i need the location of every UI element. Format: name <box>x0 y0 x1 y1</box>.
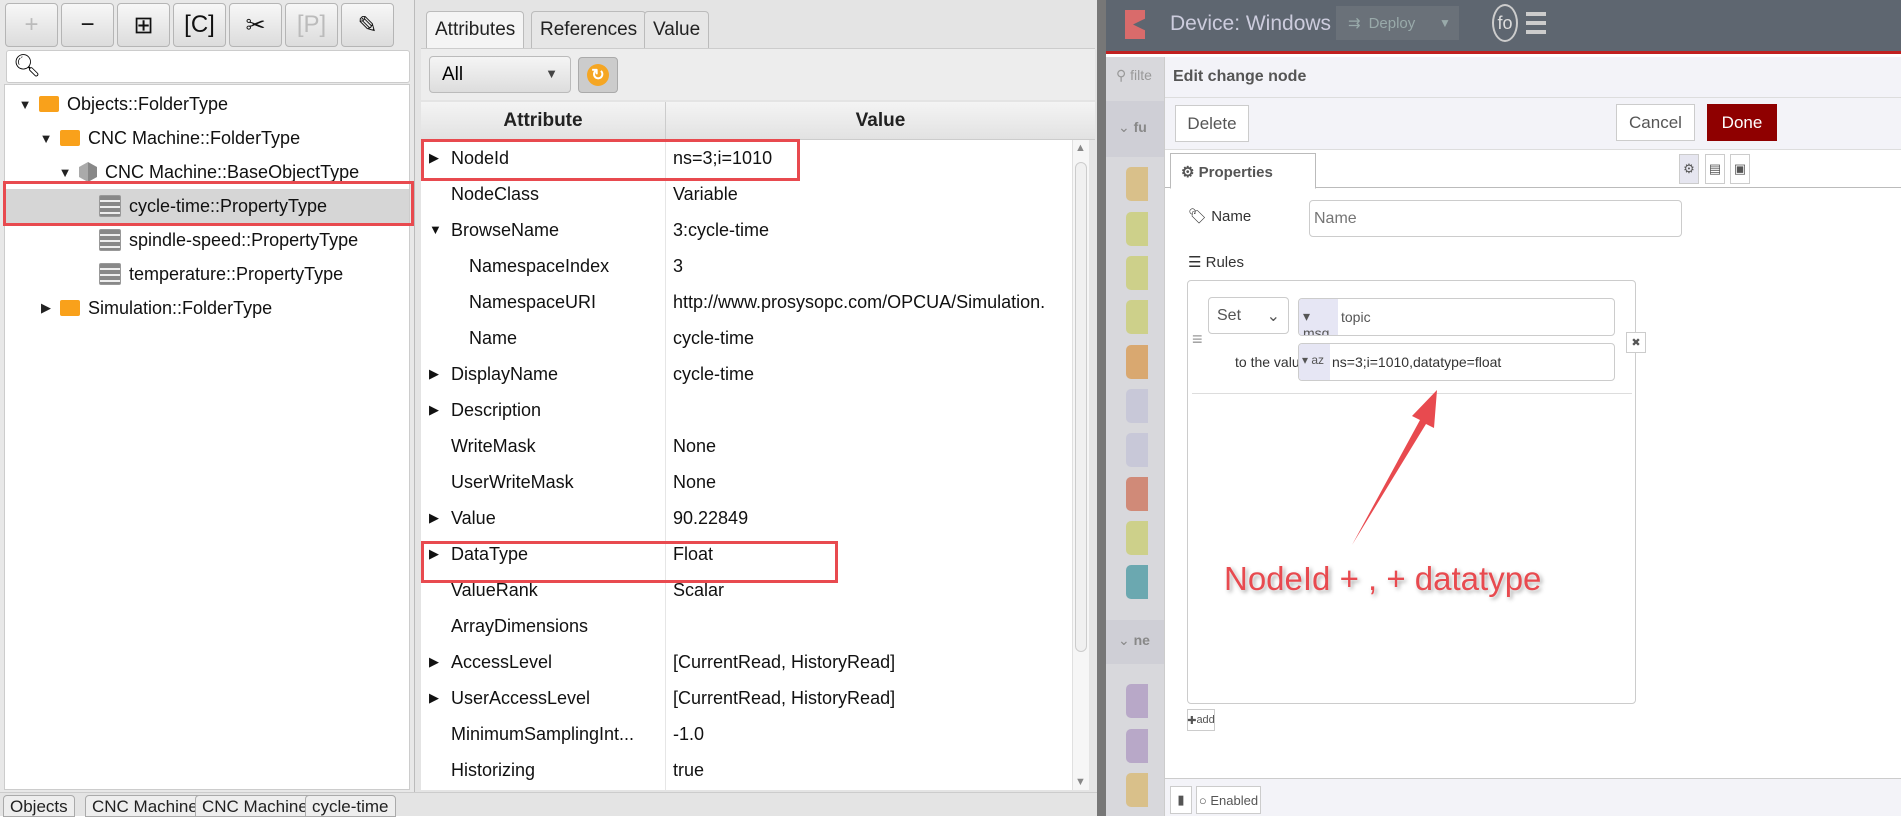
annotation-text: NodeId + , + datatype <box>1224 560 1542 597</box>
annotation-arrow <box>1352 390 1437 545</box>
